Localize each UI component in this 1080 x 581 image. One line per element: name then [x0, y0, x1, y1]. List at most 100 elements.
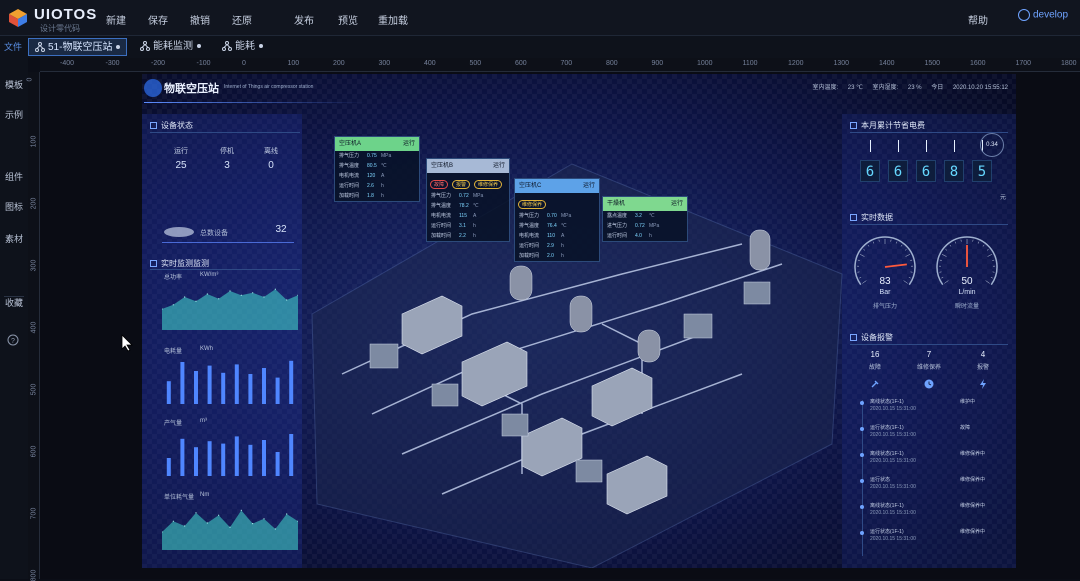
area-point	[263, 518, 264, 519]
equipment-info-card[interactable]: 空压机B运行故障报警维修保养排气压力0.72MPa排气温度78.2℃电机电流11…	[426, 158, 510, 242]
tab-0[interactable]: 51-物联空压站	[28, 38, 127, 56]
timeline-dot-icon	[860, 427, 864, 431]
ruler-tick: -400	[60, 60, 74, 67]
ruler-tick: 200	[333, 60, 345, 67]
equipment-info-card[interactable]: 空压机A运行排气压力0.75MPa排气温度80.5℃电机电流120A运行时间2.…	[334, 136, 420, 202]
area-point	[275, 289, 276, 290]
network-icon	[222, 41, 232, 51]
card-value: 2.2	[459, 231, 473, 241]
ruler-tick: 1600	[970, 60, 986, 67]
status-pill[interactable]: 报警	[452, 180, 470, 189]
list-item[interactable]: 运行状态(1F-1)2020.10.15 15:31:00维修保养中	[860, 528, 1010, 542]
status-pill[interactable]: 维修保养	[518, 200, 546, 209]
ruler-tick: 300	[379, 60, 391, 67]
device-base-icon	[162, 224, 196, 238]
feed-name: 离线状态(1F-1)	[870, 502, 904, 509]
device-status-value: 25	[166, 160, 196, 171]
equipment-info-card[interactable]: 空压机C运行维修保养排气压力0.70MPa排气温度76.4℃电机电流110A运行…	[514, 178, 600, 262]
ruler-tick: -300	[106, 60, 120, 67]
menu-item[interactable]: 发布	[294, 12, 314, 27]
card-row: 运行时间4.0h	[603, 231, 687, 241]
ruler-tick: 500	[30, 384, 37, 396]
ruler-tick: 600	[515, 60, 527, 67]
tab-dot-icon[interactable]	[116, 45, 120, 49]
chart-bar	[262, 440, 266, 476]
card-key: 电机电流	[339, 171, 367, 181]
card-unit: h	[649, 231, 659, 241]
gauge-tick	[905, 254, 909, 256]
area-point	[195, 512, 196, 513]
tab-label: 能耗	[235, 41, 255, 52]
equipment-info-card[interactable]: 干燥机运行露点温度3.2℃进气压力0.72MPa运行时间4.0h	[602, 196, 688, 242]
dashboard-stage[interactable]: 物联空压站 Internet of Things air compressor …	[142, 74, 1016, 568]
total-devices-value: 32	[266, 224, 296, 235]
arrow-down-icon	[954, 140, 955, 152]
list-item[interactable]: 运行状态2020.10.15 15:31:00维修保养中	[860, 476, 1010, 490]
tab-1[interactable]: 能耗监测	[134, 38, 207, 56]
menu-item[interactable]: 还原	[232, 12, 252, 27]
budget-title-text: 本月累计节省电费	[861, 121, 925, 130]
section-divider	[150, 269, 300, 270]
gauge-tick	[987, 249, 989, 250]
arrow-down-icon	[870, 140, 871, 152]
tab-dot-icon[interactable]	[197, 44, 201, 48]
status-pill[interactable]: 故障	[430, 180, 448, 189]
document-tabbar: 文件 51-物联空压站 能耗监测 能耗	[0, 36, 1080, 58]
card-unit: h	[561, 241, 571, 251]
user-name: develop	[1033, 10, 1068, 21]
chart-bar	[208, 441, 212, 476]
menu-item[interactable]: 保存	[148, 12, 168, 27]
card-unit: ℃	[381, 161, 391, 171]
sidebar-item[interactable]: 示例	[5, 108, 23, 121]
ruler-tick: 700	[561, 60, 573, 67]
device-status-title-text: 设备状态	[161, 121, 193, 130]
timeline-dot-icon	[860, 401, 864, 405]
ruler-tick: 200	[30, 198, 37, 210]
tab-label: 能耗监测	[153, 41, 193, 52]
ruler-tick: 800	[30, 570, 37, 581]
app-logo[interactable]: UIOTOS 设计零代码	[8, 4, 108, 32]
feed-status: 故障	[960, 424, 970, 431]
sidebar-item[interactable]: 组件	[5, 170, 23, 183]
feed-name: 运行状态	[870, 476, 890, 483]
help-circle-icon[interactable]: ?	[7, 334, 19, 346]
mouse-cursor-icon	[121, 334, 133, 352]
tab-2[interactable]: 能耗	[216, 38, 269, 56]
list-item[interactable]: 离线状态(1F-1)2020.10.15 15:31:00维修保养中	[860, 502, 1010, 516]
file-menu[interactable]: 文件	[4, 40, 22, 53]
cube-logo-icon	[8, 8, 28, 28]
user-menu[interactable]: develop	[1018, 9, 1068, 21]
list-item[interactable]: 运行状态(1F-1)2020.10.15 15:31:00故障	[860, 424, 1010, 438]
area-point	[218, 515, 219, 516]
sidebar-item[interactable]: 收藏	[5, 296, 23, 309]
menu-item[interactable]: 撤销	[190, 12, 210, 27]
menu-item[interactable]: 重加载	[378, 12, 408, 27]
area-point	[286, 513, 287, 514]
gauge-tick	[987, 254, 991, 256]
card-key: 进气压力	[607, 221, 635, 231]
chart-bar	[248, 445, 252, 476]
help-link[interactable]: 帮助	[968, 12, 988, 27]
menu-item[interactable]: 新建	[106, 12, 126, 27]
sidebar-item[interactable]: 模板	[5, 78, 23, 91]
tab-dot-icon[interactable]	[259, 44, 263, 48]
design-canvas[interactable]: 物联空压站 Internet of Things air compressor …	[40, 72, 1080, 579]
feed-status: 维修保养中	[960, 450, 985, 457]
card-key: 排气压力	[339, 151, 367, 161]
card-row: 排气压力0.75MPa	[335, 151, 419, 161]
ruler-tick: -200	[151, 60, 165, 67]
sidebar-item[interactable]: 素材	[5, 232, 23, 245]
card-row: 加载时间2.0h	[515, 251, 599, 261]
feed-time: 2020.10.15 15:31:00	[870, 432, 916, 438]
vertical-ruler: 0100200300400500600700800	[28, 72, 40, 579]
feed-time: 2020.10.15 15:31:00	[870, 536, 916, 542]
card-status: 运行	[671, 197, 683, 211]
list-item[interactable]: 离线状态(1F-1)2020.10.15 15:31:00维护中	[860, 398, 1010, 412]
sidebar-divider	[4, 296, 24, 297]
section-divider	[850, 224, 1008, 225]
status-pill[interactable]: 维修保养	[474, 180, 502, 189]
sidebar-item[interactable]: 图标	[5, 200, 23, 213]
menu-item[interactable]: 预览	[338, 12, 358, 27]
list-item[interactable]: 离线状态(1F-1)2020.10.15 15:31:00维修保养中	[860, 450, 1010, 464]
humidity-value: 23 %	[908, 85, 922, 91]
